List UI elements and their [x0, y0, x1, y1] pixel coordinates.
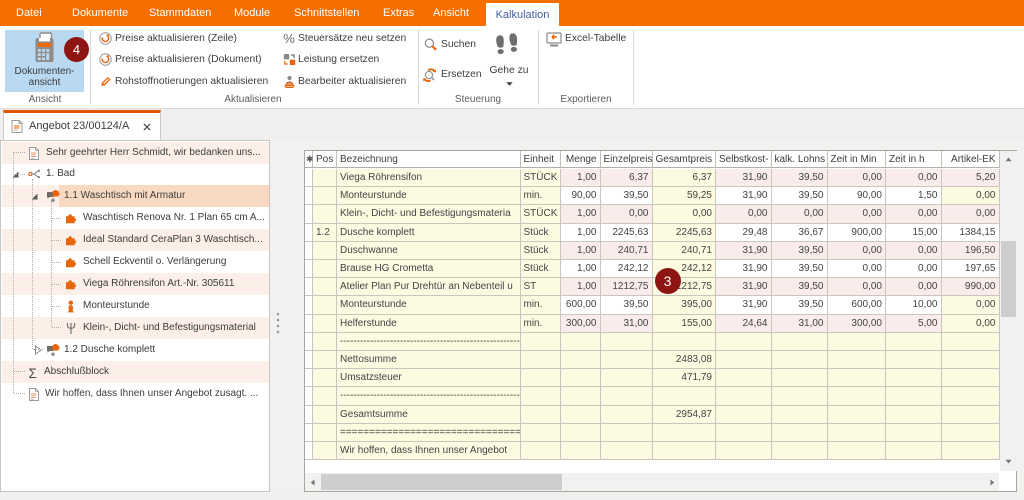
svg-text:%: %: [283, 32, 295, 45]
svg-text:Σ: Σ: [29, 366, 37, 380]
